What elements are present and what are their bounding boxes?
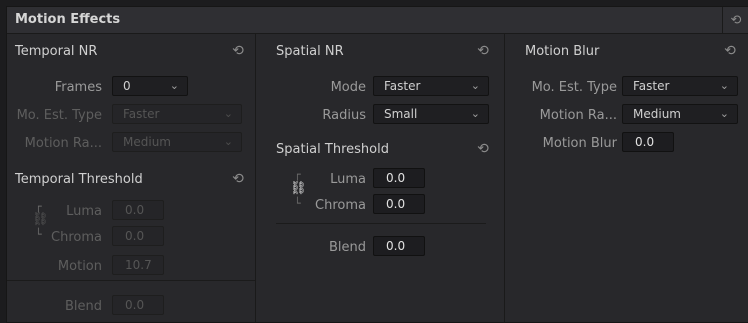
spatial-luma-field[interactable]: 0.0 xyxy=(373,168,425,188)
link-bracket-top: ┌ xyxy=(35,200,42,213)
spatial-blend-label: Blend xyxy=(328,240,366,255)
temporal-nr-column: Temporal NR ⟲ Frames 0 ⌄ Mo. Est. Type F… xyxy=(7,34,256,322)
temporal-chroma-label: Chroma xyxy=(51,230,102,245)
spatial-threshold-title: Spatial Threshold xyxy=(276,142,389,157)
motion-range-value: Medium xyxy=(123,135,171,149)
motion-range-label: Motion Ra... xyxy=(24,136,102,151)
chevron-down-icon: ⌄ xyxy=(470,107,480,120)
radius-label: Radius xyxy=(322,108,366,123)
spatial-blend-field[interactable]: 0.0 xyxy=(373,236,425,256)
spatial-nr-title: Spatial NR xyxy=(276,44,344,59)
temporal-luma-field[interactable]: 0.0 xyxy=(112,200,164,220)
temporal-blend-field[interactable]: 0.0 xyxy=(112,295,164,315)
temporal-threshold-reset-icon[interactable]: ⟲ xyxy=(231,172,245,186)
temporal-motion-field[interactable]: 10.7 xyxy=(112,255,164,275)
spatial-nr-reset-icon[interactable]: ⟲ xyxy=(476,44,490,58)
mb-mo-est-type-dropdown[interactable]: Faster ⌄ xyxy=(622,76,738,96)
link-bracket-top: ┌ xyxy=(294,168,301,181)
frames-dropdown[interactable]: 0 ⌄ xyxy=(112,76,188,96)
spatial-chroma-label: Chroma xyxy=(315,198,366,213)
radius-value: Small xyxy=(384,107,418,121)
chevron-down-icon: ⌄ xyxy=(719,107,729,120)
chevron-down-icon: ⌄ xyxy=(719,79,729,92)
panel-header: Motion Effects ⟲ xyxy=(7,7,748,34)
column-divider xyxy=(276,223,486,224)
temporal-motion-label: Motion xyxy=(57,259,102,274)
temporal-chroma-field[interactable]: 0.0 xyxy=(112,226,164,246)
chevron-down-icon: ⌄ xyxy=(223,135,233,148)
radius-dropdown[interactable]: Small ⌄ xyxy=(373,104,489,124)
mb-motion-range-dropdown[interactable]: Medium ⌄ xyxy=(622,104,738,124)
frames-label: Frames xyxy=(54,80,102,95)
motion-blur-title: Motion Blur xyxy=(525,44,600,59)
temporal-nr-title: Temporal NR xyxy=(15,44,98,59)
chevron-down-icon: ⌄ xyxy=(223,107,233,120)
panel-title: Motion Effects xyxy=(15,12,121,27)
mo-est-type-label: Mo. Est. Type xyxy=(16,108,102,123)
mb-mo-est-type-value: Faster xyxy=(633,79,670,93)
panel-reset-icon[interactable]: ⟲ xyxy=(722,7,748,33)
temporal-luma-label: Luma xyxy=(66,204,102,219)
mb-motion-range-label: Motion Ra... xyxy=(539,108,617,123)
temporal-nr-reset-icon[interactable]: ⟲ xyxy=(231,44,245,58)
mode-label: Mode xyxy=(330,80,366,95)
motion-blur-column: Motion Blur ⟲ Mo. Est. Type Faster ⌄ Mot… xyxy=(505,34,748,322)
frames-value: 0 xyxy=(123,79,131,93)
motion-effects-panel: Motion Effects ⟲ Temporal NR ⟲ Frames 0 … xyxy=(6,6,748,323)
motion-blur-label: Motion Blur xyxy=(542,136,617,151)
chevron-down-icon: ⌄ xyxy=(470,79,480,92)
link-bracket-bottom: └ xyxy=(294,197,301,210)
motion-blur-reset-icon[interactable]: ⟲ xyxy=(723,44,737,58)
spatial-chroma-field[interactable]: 0.0 xyxy=(373,194,425,214)
spatial-luma-label: Luma xyxy=(330,172,366,187)
spatial-nr-column: Spatial NR ⟲ Mode Faster ⌄ Radius Small … xyxy=(256,34,505,322)
mode-value: Faster xyxy=(384,79,421,93)
motion-blur-field[interactable]: 0.0 xyxy=(622,132,674,152)
chevron-down-icon: ⌄ xyxy=(169,79,179,92)
mo-est-type-value: Faster xyxy=(123,107,160,121)
mb-motion-range-value: Medium xyxy=(633,107,681,121)
link-icon[interactable]: ⛓ xyxy=(290,181,307,196)
link-bracket-bottom: └ xyxy=(35,228,42,241)
temporal-threshold-title: Temporal Threshold xyxy=(15,172,143,187)
mo-est-type-dropdown[interactable]: Faster ⌄ xyxy=(112,104,242,124)
column-divider xyxy=(7,280,255,281)
temporal-blend-label: Blend xyxy=(64,299,102,314)
mode-dropdown[interactable]: Faster ⌄ xyxy=(373,76,489,96)
spatial-threshold-reset-icon[interactable]: ⟲ xyxy=(476,142,490,156)
mb-mo-est-type-label: Mo. Est. Type xyxy=(531,80,617,95)
motion-range-dropdown[interactable]: Medium ⌄ xyxy=(112,132,242,152)
